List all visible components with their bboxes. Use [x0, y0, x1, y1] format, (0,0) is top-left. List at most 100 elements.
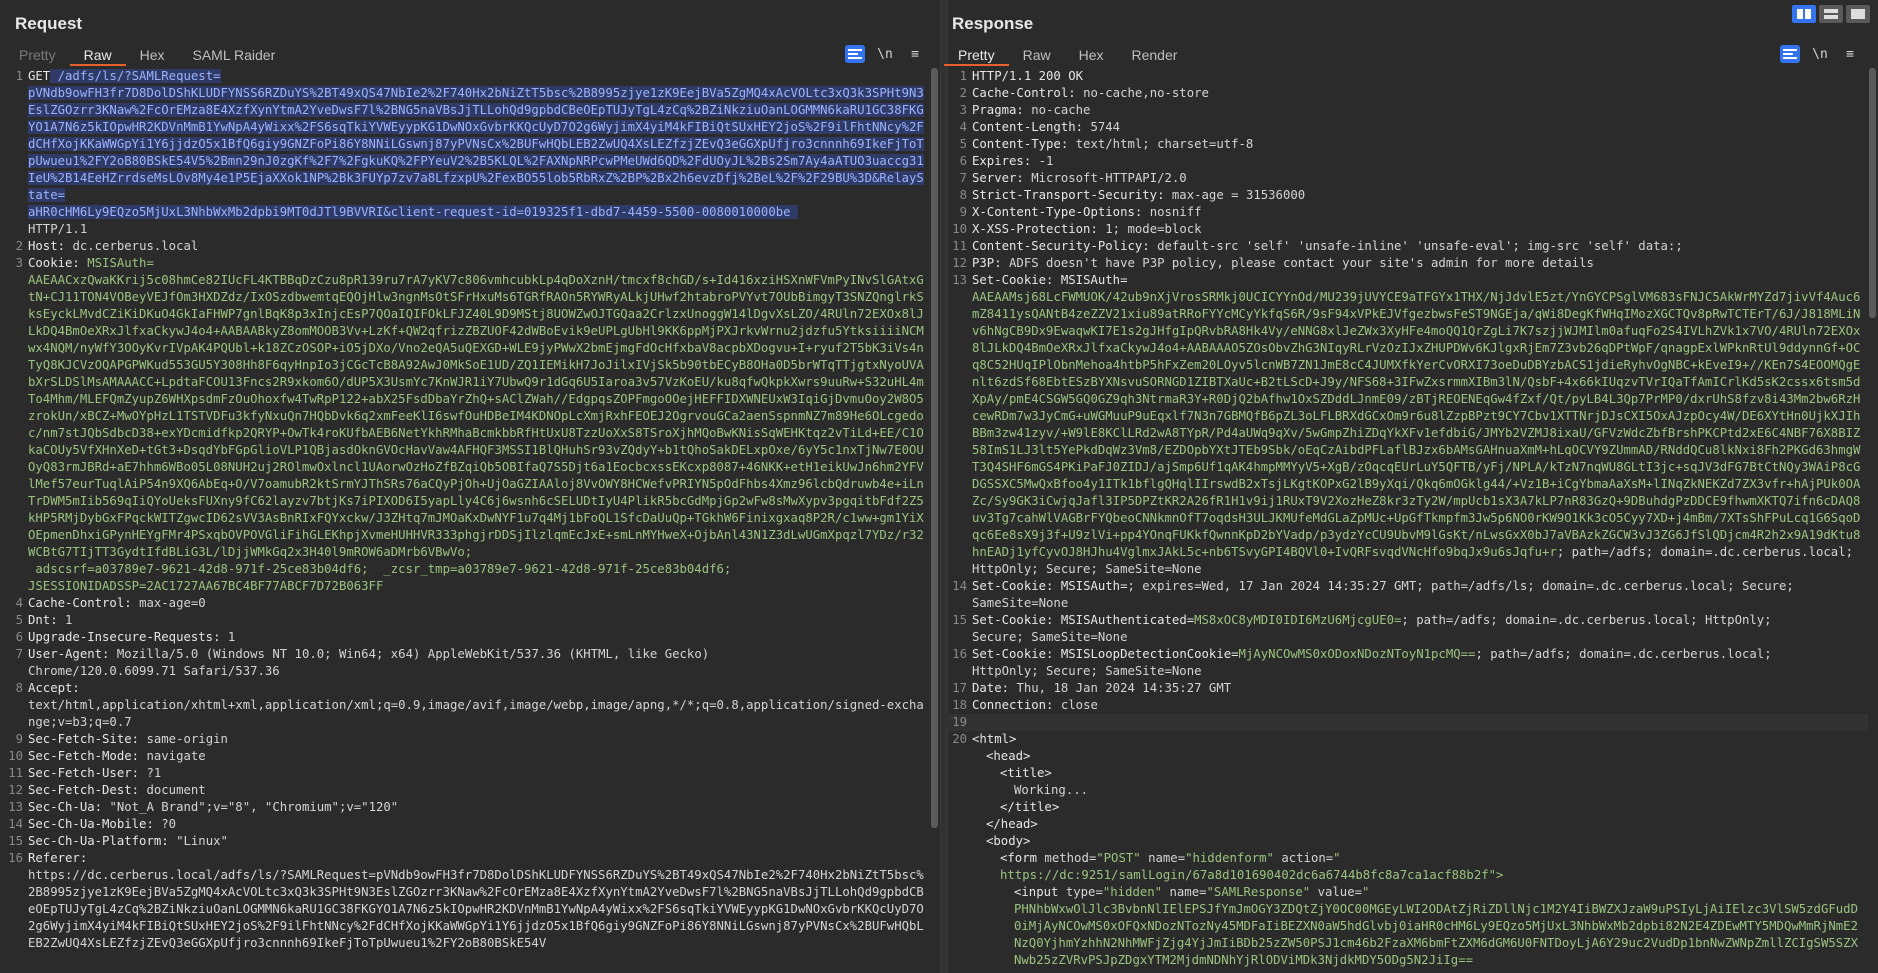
header-colon: : [1046, 647, 1061, 661]
line-text: Upgrade-Insecure-Requests: 1 [28, 629, 930, 646]
header-name: Sec-Fetch-Dest [28, 783, 132, 797]
line-text: </head> [972, 816, 1868, 833]
burp-repeater-window: Request Pretty Raw Hex SAML Raider \n ≡ 1 GE… [0, 0, 1878, 973]
header-colon: : [1157, 188, 1172, 202]
pretty-print-toggle-icon[interactable] [1780, 45, 1800, 63]
cookie-name: MSISAuth [1060, 273, 1121, 287]
html-tag: </title> [1000, 800, 1060, 814]
attr-value: "POST" [1096, 851, 1141, 865]
header-value: no-cache,no-store [1083, 86, 1209, 100]
line-text: Dnt: 1 [28, 612, 930, 629]
cookie-value: MS8xOC8yMDI0IDI6MzU6MjcgUE0= [1194, 613, 1402, 627]
header-value: default-src 'self' 'unsafe-inline' 'unsa… [1157, 239, 1683, 253]
header-colon: : [1001, 681, 1017, 695]
layout-top-bottom-icon[interactable] [1819, 5, 1843, 23]
header-value: same-origin [146, 732, 228, 746]
html-tag: <body> [986, 834, 1031, 848]
cookie-equals: = [1120, 579, 1128, 593]
line-text: Sec-Ch-Ua-Mobile: ?0 [28, 816, 930, 833]
header-value: ?0 [161, 817, 177, 831]
code-line: 15 Set-Cookie: MSISAuthenticated=MS8xOC8y… [944, 612, 1868, 646]
line-number: 11 [952, 239, 967, 253]
tab-pretty[interactable]: Pretty [944, 44, 1009, 66]
code-line: 18 Connection: close [944, 697, 1868, 714]
tab-pretty[interactable]: Pretty [5, 44, 70, 66]
line-number: 6 [15, 630, 23, 644]
tab-raw[interactable]: Raw [1009, 44, 1065, 66]
line-number: 16 [952, 647, 967, 661]
tab-hex[interactable]: Hex [126, 44, 179, 66]
header-name: Cache-Control [972, 86, 1069, 100]
menu-icon[interactable]: ≡ [1840, 45, 1860, 63]
line-text: Cache-Control: max-age=0 [28, 595, 930, 612]
code-line: 19 [944, 714, 1868, 731]
header-name: Upgrade-Insecure-Requests [28, 630, 214, 644]
pretty-print-toggle-icon[interactable] [845, 45, 865, 63]
header-value: max-age=0 [139, 596, 206, 610]
header-name: Sec-Fetch-Site [28, 732, 132, 746]
code-line: 17 Date: Thu, 18 Jan 2024 14:35:27 GMT [944, 680, 1868, 697]
header-colon: : [1060, 137, 1076, 151]
code-line: 13 Sec-Ch-Ua: "Not_A Brand";v="8", "Chrom… [0, 799, 930, 816]
line-text: <html> [972, 731, 1868, 748]
header-name: Referer [28, 851, 80, 865]
request-editor[interactable]: 1 GET /adfs/ls/?SAMLRequest= pVNdb9owFH3f… [0, 68, 930, 973]
code-line: adscsrf=a03789e7-9621-42d8-971f-25ce83b0… [0, 561, 930, 595]
code-line: 8 Strict-Transport-Security: max-age = 31… [944, 187, 1868, 204]
layout-side-by-side-icon[interactable] [1792, 5, 1816, 23]
tab-saml-raider[interactable]: SAML Raider [179, 44, 290, 66]
cookie-name: MSISLoopDetectionCookie [1060, 647, 1232, 661]
line-number: 7 [15, 647, 23, 661]
line-text: Set-Cookie: MSISLoopDetectionCookie=MjAy… [972, 646, 1868, 680]
code-line: <body> [944, 833, 1868, 850]
response-scrollbar[interactable] [1869, 68, 1877, 973]
header-name: User-Agent [28, 647, 103, 661]
tab-raw[interactable]: Raw [69, 44, 126, 66]
header-name: Strict-Transport-Security [972, 188, 1158, 202]
header-colon: : [1023, 154, 1039, 168]
html-text: Working... [1014, 783, 1089, 797]
code-line: 16 Referer: https://dc.cerberus.local/adf… [0, 850, 930, 952]
header-name: Sec-Ch-Ua-Mobile [28, 817, 147, 831]
header-colon: : [1046, 579, 1061, 593]
cookie-name: MSISAuthenticated [1060, 613, 1187, 627]
tab-render[interactable]: Render [1118, 44, 1192, 66]
show-newlines-button[interactable]: \n [875, 45, 895, 63]
line-number: 8 [15, 681, 23, 695]
response-tabs: Pretty Raw Hex Render [944, 44, 1191, 66]
show-newlines-button[interactable]: \n [1810, 45, 1830, 63]
attr-name: name= [1162, 885, 1207, 899]
tab-hex[interactable]: Hex [1065, 44, 1118, 66]
line-number: 5 [959, 137, 967, 151]
line-text: <title> [972, 765, 1868, 782]
line-number [944, 782, 972, 799]
header-colon: : [131, 783, 147, 797]
header-value: 1; mode=block [1105, 222, 1202, 236]
cookie-value: AAEAAMsj68LcFWMUOK/42ub9nXjVrosSRMkj0UCI… [972, 290, 1861, 559]
request-scrollbar[interactable] [931, 68, 939, 973]
request-url-selection: /adfs/ls/?SAMLRequest= pVNdb9owFH3fr7D8D… [28, 69, 924, 219]
header-value: no-cache [1031, 103, 1091, 117]
code-line: 10 X-XSS-Protection: 1; mode=block [944, 221, 1868, 238]
line-number [944, 884, 972, 969]
header-value: "Linux" [176, 834, 228, 848]
header-name: X-Content-Type-Options [972, 205, 1135, 219]
header-colon: : [213, 630, 228, 644]
header-value: ADFS doesn't have P3P policy, please con… [1009, 256, 1594, 270]
line-number: 10 [952, 222, 967, 236]
line-text: Cookie: MSISAuth= AAEAACxzQwaKKrij5c08hm… [28, 255, 930, 561]
header-value: Mozilla/5.0 (Windows NT 10.0; Win64; x64… [28, 647, 710, 678]
response-editor[interactable]: 1 HTTP/1.1 200 OK 2 Cache-Control: no-cache… [944, 68, 1868, 973]
line-text: Sec-Fetch-User: ?1 [28, 765, 930, 782]
line-number: 9 [959, 205, 967, 219]
header-value: 1 [227, 630, 236, 644]
header-value: dc.cerberus.local [72, 239, 199, 253]
line-number [944, 799, 972, 816]
attr-name: action= [1273, 851, 1334, 865]
menu-icon[interactable]: ≡ [905, 45, 925, 63]
layout-tabs-icon[interactable] [1846, 5, 1870, 23]
line-number: 18 [952, 698, 967, 712]
header-value: navigate [146, 749, 206, 763]
header-colon: : [131, 732, 147, 746]
header-colon: : [1046, 698, 1061, 712]
